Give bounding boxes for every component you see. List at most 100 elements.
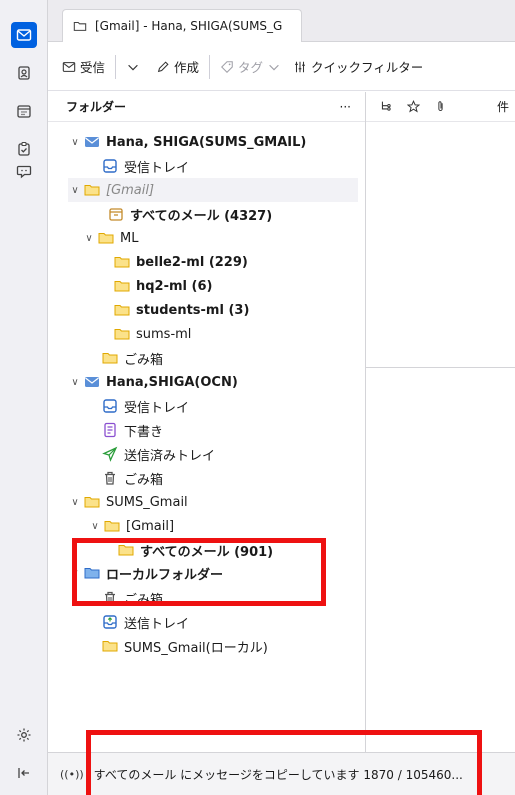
message-list: 件 xyxy=(366,92,515,752)
calendar-icon xyxy=(17,105,31,118)
folder-row-students-ml[interactable]: students-ml (3) xyxy=(114,298,249,322)
tab-title: [Gmail] - Hana, SHIGA(SUMS_G xyxy=(95,19,283,33)
folder-label: 受信トレイ xyxy=(124,400,190,416)
folder-icon xyxy=(104,521,120,532)
twisty-expanded-icon[interactable]: ∨ xyxy=(68,137,82,148)
mail-account-icon xyxy=(85,137,99,147)
folder-row-sums-gmail-local[interactable]: SUMS_Gmail(ローカル) xyxy=(102,634,268,658)
folder-row-sums-gmail[interactable]: ∨ SUMS_Gmail xyxy=(68,490,188,514)
attachment-icon[interactable] xyxy=(434,100,447,113)
mail-space-button[interactable] xyxy=(11,22,37,48)
folder-label: ごみ箱 xyxy=(124,592,164,608)
subject-column-header[interactable]: 件 xyxy=(497,98,509,115)
folder-row-sent[interactable]: 送信済みトレイ xyxy=(102,442,215,466)
compose-button[interactable]: 作成 xyxy=(150,53,205,81)
tag-button[interactable]: タグ xyxy=(214,53,287,81)
tasks-icon xyxy=(18,141,30,156)
folder-label: Hana,SHIGA(OCN) xyxy=(106,374,238,390)
folder-icon xyxy=(98,233,114,244)
trash-icon xyxy=(105,591,115,605)
folder-pane-title: フォルダー xyxy=(66,100,127,114)
folder-row-all-mail-local[interactable]: すべてのメール (901) xyxy=(118,538,273,562)
folder-row-all-mail[interactable]: すべてのメール (4327) xyxy=(108,202,272,226)
folder-icon xyxy=(84,497,100,508)
folder-icon xyxy=(102,641,118,652)
get-messages-button[interactable]: 受信 xyxy=(56,53,111,81)
address-book-button[interactable] xyxy=(11,60,37,86)
twisty-expanded-icon[interactable]: ∨ xyxy=(68,377,82,388)
folder-label: すべてのメール (4327) xyxy=(130,208,273,224)
tag-label: タグ xyxy=(238,60,264,75)
folder-pane: フォルダー ··· ∨ Hana, SHIGA(SUMS_GMAIL) 受信トレ… xyxy=(48,92,366,752)
folder-icon xyxy=(114,329,130,340)
account-row-local-folders[interactable]: ∨ ローカルフォルダー xyxy=(68,561,223,585)
twisty-expanded-icon[interactable]: ∨ xyxy=(82,233,96,244)
folder-row-inbox[interactable]: 受信トレイ xyxy=(102,394,189,418)
folder-label: 受信トレイ xyxy=(124,160,190,176)
folder-row-gmail-group[interactable]: ∨ [Gmail] xyxy=(68,178,358,202)
tab-gmail-folder[interactable]: [Gmail] - Hana, SHIGA(SUMS_G xyxy=(62,9,302,42)
chat-button[interactable] xyxy=(11,158,37,184)
folder-label: 送信済みトレイ xyxy=(124,448,216,464)
thread-icon[interactable] xyxy=(380,100,393,113)
mail-account-icon xyxy=(85,377,99,387)
filter-sliders-icon xyxy=(295,61,305,72)
toolbar-separator xyxy=(115,54,117,79)
mail-icon xyxy=(16,29,32,41)
folder-label: SUMS_Gmail xyxy=(106,494,188,510)
folder-row-gmail-local[interactable]: ∨ [Gmail] xyxy=(88,514,174,538)
folder-icon xyxy=(114,305,130,316)
account-row-ocn[interactable]: ∨ Hana,SHIGA(OCN) xyxy=(68,370,238,394)
get-messages-label: 受信 xyxy=(80,60,106,75)
folder-label: students-ml (3) xyxy=(136,302,250,318)
folder-row-outbox[interactable]: 送信トレイ xyxy=(102,610,189,634)
status-bar: ((•)) すべてのメール にメッセージをコピーしています 1870 / 105… xyxy=(48,752,515,795)
inbox-download-icon xyxy=(62,61,76,72)
chevron-down-icon xyxy=(269,64,279,70)
folder-icon xyxy=(102,353,118,364)
quick-filter-button[interactable]: クイックフィルター xyxy=(287,53,429,81)
folder-row-inbox[interactable]: 受信トレイ xyxy=(102,154,189,178)
account-row-sums-gmail[interactable]: ∨ Hana, SHIGA(SUMS_GMAIL) xyxy=(68,130,306,154)
folder-icon xyxy=(118,545,134,556)
calendar-button[interactable] xyxy=(11,98,37,124)
folder-row-belle2-ml[interactable]: belle2-ml (229) xyxy=(114,250,248,274)
twisty-expanded-icon[interactable]: ∨ xyxy=(68,568,82,579)
folder-label: hq2-ml (6) xyxy=(136,278,213,294)
folder-label: sums-ml xyxy=(136,326,192,342)
collapse-spaces-button[interactable] xyxy=(11,760,37,786)
inbox-icon xyxy=(103,159,117,173)
folder-label: belle2-ml (229) xyxy=(136,254,248,270)
folder-row-hq2-ml[interactable]: hq2-ml (6) xyxy=(114,274,212,298)
folder-label: すべてのメール (901) xyxy=(140,544,274,560)
chat-icon xyxy=(16,165,32,179)
folder-label: Hana, SHIGA(SUMS_GMAIL) xyxy=(106,134,307,150)
folder-icon xyxy=(84,185,100,196)
paper-plane-icon xyxy=(102,446,118,462)
get-messages-dropdown[interactable] xyxy=(120,53,150,81)
settings-button[interactable] xyxy=(11,722,37,748)
mail-toolbar: 受信 作成 タグ クイックフィルター xyxy=(48,43,515,91)
twisty-expanded-icon[interactable]: ∨ xyxy=(68,185,82,196)
folder-row-ml[interactable]: ∨ ML xyxy=(82,226,138,250)
collapse-left-icon xyxy=(18,768,29,778)
folder-row-drafts[interactable]: 下書き xyxy=(102,418,163,442)
status-message: すべてのメール にメッセージをコピーしています 1870 / 105460... xyxy=(93,767,463,782)
twisty-expanded-icon[interactable]: ∨ xyxy=(68,497,82,508)
pencil-icon xyxy=(157,60,169,72)
folder-label: [Gmail] xyxy=(106,182,155,198)
folder-label: SUMS_Gmail(ローカル) xyxy=(124,640,268,656)
folder-row-sums-ml[interactable]: sums-ml xyxy=(114,322,191,346)
star-icon[interactable] xyxy=(407,100,420,113)
folder-row-trash[interactable]: ごみ箱 xyxy=(102,346,163,370)
folder-label: ローカルフォルダー xyxy=(106,567,224,583)
folder-row-trash[interactable]: ごみ箱 xyxy=(102,586,163,610)
folder-pane-header: フォルダー ··· xyxy=(48,92,365,122)
outbox-icon xyxy=(103,615,117,629)
twisty-expanded-icon[interactable]: ∨ xyxy=(88,521,102,532)
address-book-icon xyxy=(18,66,30,80)
folder-label: ごみ箱 xyxy=(124,352,164,368)
folder-row-trash[interactable]: ごみ箱 xyxy=(102,466,163,490)
folder-icon xyxy=(114,257,130,268)
folder-pane-menu-button[interactable]: ··· xyxy=(340,100,351,114)
